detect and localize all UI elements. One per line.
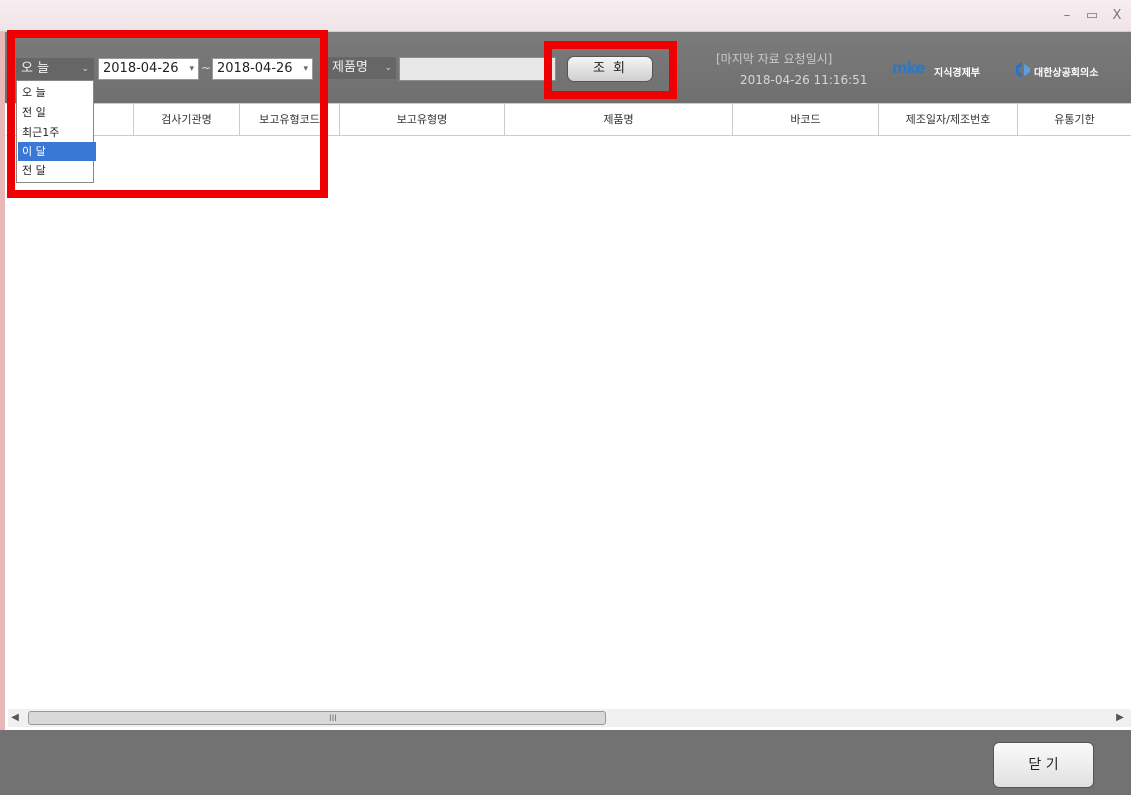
product-filter-label: 제품명 (332, 60, 368, 75)
column-header[interactable]: 유통기한 (1018, 104, 1131, 135)
scroll-right-icon[interactable]: ▶ (1113, 709, 1127, 727)
mke-logo-text: 지식경제부 (934, 68, 980, 79)
product-search-input[interactable] (399, 57, 556, 81)
scrollbar-grip: III (329, 714, 337, 724)
scrollbar-thumb[interactable]: III (28, 711, 606, 725)
column-header[interactable]: 제품명 (505, 104, 733, 135)
chevron-down-icon: ⌄ (384, 63, 392, 73)
maximize-icon[interactable]: ▭ (1083, 7, 1101, 25)
product-filter-select[interactable]: 제품명 ⌄ (328, 57, 396, 79)
minimize-icon[interactable]: – (1058, 7, 1076, 25)
last-request-time: 2018-04-26 11:16:51 (740, 73, 868, 87)
window-border (0, 32, 5, 733)
kcci-logo-icon (1012, 60, 1032, 80)
highlight-box-search (544, 41, 677, 99)
close-button[interactable]: 닫 기 (993, 742, 1094, 788)
title-bar (0, 0, 1131, 32)
highlight-box-filters (7, 30, 328, 198)
table-body (6, 137, 1131, 709)
last-request-label: [마지막 자료 요청일시] (716, 52, 833, 66)
column-header[interactable]: 바코드 (733, 104, 879, 135)
mke-logo: mke (892, 59, 932, 81)
footer-bar (0, 730, 1131, 795)
column-header[interactable]: 보고유형명 (340, 104, 505, 135)
mke-logo-mark: mke (892, 59, 925, 77)
column-header[interactable]: 제조일자/제조번호 (879, 104, 1018, 135)
horizontal-scrollbar[interactable]: ◀ III ▶ (8, 709, 1131, 727)
scroll-left-icon[interactable]: ◀ (8, 709, 22, 727)
close-icon[interactable]: X (1108, 7, 1126, 25)
kcci-logo-text: 대한상공회의소 (1034, 68, 1099, 79)
